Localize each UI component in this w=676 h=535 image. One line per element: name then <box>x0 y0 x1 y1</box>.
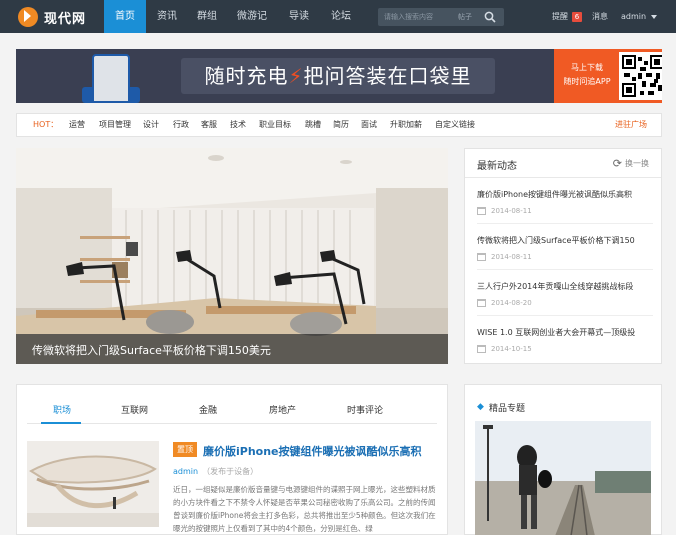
divider <box>465 177 661 178</box>
article-excerpt: 近日，一组疑似是廉价版音量键与电源键组件的谍照于网上曝光，这些塑料材质的小方块件… <box>173 485 436 533</box>
banner-slogan: 随时充电⚡把问答装在口袋里 <box>181 58 495 94</box>
article-thumbnail[interactable] <box>27 441 159 527</box>
nav-groups[interactable]: 群组 <box>188 0 226 33</box>
tab-divider <box>27 423 437 424</box>
calendar-icon <box>477 299 486 307</box>
news-item[interactable]: WISE 1.0 互联网创业者大会开幕式—顶级投 2014-10-15 <box>477 317 653 362</box>
nav-guide[interactable]: 导读 <box>280 0 318 33</box>
sculpture-photo <box>27 441 159 527</box>
latest-news-title: 最新动态 <box>477 161 517 172</box>
ad-banner[interactable]: 随时充电⚡把问答装在口袋里 马上下载 随时问追APP <box>16 49 662 103</box>
hot-tag[interactable]: 项目管理 <box>99 114 131 136</box>
article-meta: （发布于设备） <box>202 467 259 476</box>
article-byline: admin （发布于设备） <box>173 466 258 477</box>
cta-line-2: 随时问追APP <box>563 77 611 86</box>
news-item-date: 2014-10-15 <box>491 345 532 353</box>
hot-tag[interactable]: 升职加薪 <box>390 114 422 136</box>
nav-home[interactable]: 首页 <box>104 0 146 33</box>
refresh-button[interactable]: ⟳ 换一换 <box>613 157 649 170</box>
hot-tag[interactable]: 跳槽 <box>305 114 321 136</box>
latest-news-panel: 最新动态 ⟳ 换一换 廉价版iPhone按键组件曝光被讽酷似乐高积 2014-08… <box>464 148 662 364</box>
calendar-icon <box>477 345 486 353</box>
cta-line-1: 马上下载 <box>571 63 603 72</box>
search-input[interactable] <box>384 10 462 24</box>
hot-tag[interactable]: 简历 <box>333 114 349 136</box>
tag-icon: ◆ <box>477 402 484 412</box>
nav-travelog[interactable]: 微游记 <box>230 0 274 33</box>
reminders-link[interactable]: 提醒 <box>552 0 568 33</box>
hot-tags-bar: HOT： 运营 项目管理 设计 行政 客服 技术 职业目标 跳槽 简历 面试 升… <box>16 113 662 137</box>
featured-topics-title: 精品专题 <box>489 404 526 414</box>
logo-text: 现代网 <box>44 11 87 27</box>
hot-tag[interactable]: 职业目标 <box>259 114 291 136</box>
logo-play-icon <box>18 7 38 27</box>
news-item-title[interactable]: 传微软将把入门级Surface平板价格下调150 <box>477 235 653 246</box>
active-tab-indicator <box>41 422 81 424</box>
search-scope-select[interactable]: 帖子 <box>458 8 472 26</box>
user-menu[interactable]: admin <box>621 0 646 33</box>
reminders-badge: 6 <box>572 12 582 22</box>
refresh-icon: ⟳ <box>612 157 622 170</box>
tab-career[interactable]: 职场 <box>53 403 71 416</box>
railway-photo <box>475 421 651 535</box>
news-item-date: 2014-08-11 <box>491 253 532 261</box>
messages-link[interactable]: 消息 <box>592 0 608 33</box>
article-title[interactable]: 廉价版iPhone按键组件曝光被讽酷似乐高积 <box>203 443 422 459</box>
search-button[interactable] <box>484 8 500 26</box>
hero-slide[interactable]: 传微软将把入门级Surface平板价格下调150美元 <box>16 148 448 364</box>
banner-download-cta[interactable]: 马上下载 随时问追APP <box>554 49 662 103</box>
tab-internet[interactable]: 互联网 <box>121 403 148 416</box>
hot-tag[interactable]: 技术 <box>230 114 246 136</box>
calendar-icon <box>477 207 486 215</box>
news-item-title[interactable]: 三人行户外2014年贡嘎山全线穿越挑战标段 <box>477 281 653 292</box>
hot-tag[interactable]: 运营 <box>69 114 85 136</box>
calendar-icon <box>477 253 486 261</box>
plaza-link[interactable]: 进驻广场 <box>615 114 647 136</box>
news-item[interactable]: 传微软将把入门级Surface平板价格下调150 2014-08-11 <box>477 225 653 270</box>
qr-code-icon <box>619 52 662 100</box>
news-item-title[interactable]: 廉价版iPhone按键组件曝光被讽酷似乐高积 <box>477 189 653 200</box>
nav-news[interactable]: 资讯 <box>148 0 186 33</box>
news-item-title[interactable]: WISE 1.0 互联网创业者大会开幕式—顶级投 <box>477 327 653 338</box>
office-photo <box>16 148 448 364</box>
hot-tag[interactable]: 行政 <box>173 114 189 136</box>
news-item-date: 2014-08-11 <box>491 207 532 215</box>
refresh-label: 换一换 <box>625 159 649 168</box>
news-item[interactable]: 三人行户外2014年贡嘎山全线穿越挑战标段 2014-08-20 <box>477 271 653 316</box>
chevron-down-icon[interactable] <box>651 15 657 19</box>
hot-tag[interactable]: 客服 <box>201 114 217 136</box>
article-author[interactable]: admin <box>173 467 198 476</box>
nav-forum[interactable]: 论坛 <box>322 0 360 33</box>
hot-tag[interactable]: 设计 <box>143 114 159 136</box>
tab-commentary[interactable]: 时事评论 <box>347 403 383 416</box>
top-navbar: 现代网 首页 资讯 群组 微游记 导读 论坛 帖子 提醒 6 消息 admin <box>0 0 676 33</box>
hot-tag[interactable]: 面试 <box>361 114 377 136</box>
news-item-date: 2014-08-20 <box>491 299 532 307</box>
pinned-badge: 置顶 <box>173 442 197 457</box>
hot-label: HOT： <box>33 120 59 129</box>
hot-tag[interactable]: 自定义链接 <box>435 114 475 136</box>
news-item[interactable]: 廉价版iPhone按键组件曝光被讽酷似乐高积 2014-08-11 <box>477 179 653 224</box>
search-icon <box>484 11 496 23</box>
phone-graphic <box>92 54 130 103</box>
category-feed: 职场 互联网 金融 房地产 时事评论 置顶 廉价版iPhone按键组件曝光被讽酷… <box>16 384 448 535</box>
site-logo[interactable]: 现代网 <box>18 6 86 28</box>
featured-topic-image[interactable] <box>475 421 651 535</box>
featured-topics-panel: ◆ 精品专题 <box>464 384 662 535</box>
hero-caption[interactable]: 传微软将把入门级Surface平板价格下调150美元 <box>32 342 271 358</box>
tab-finance[interactable]: 金融 <box>199 403 217 416</box>
tab-real-estate[interactable]: 房地产 <box>269 403 296 416</box>
banner-slogan-right: 把问答装在口袋里 <box>303 64 472 88</box>
lightning-icon: ⚡ <box>288 64 304 88</box>
banner-cta-text: 马上下载 随时问追APP <box>558 61 616 89</box>
banner-slogan-left: 随时充电 <box>204 64 289 88</box>
